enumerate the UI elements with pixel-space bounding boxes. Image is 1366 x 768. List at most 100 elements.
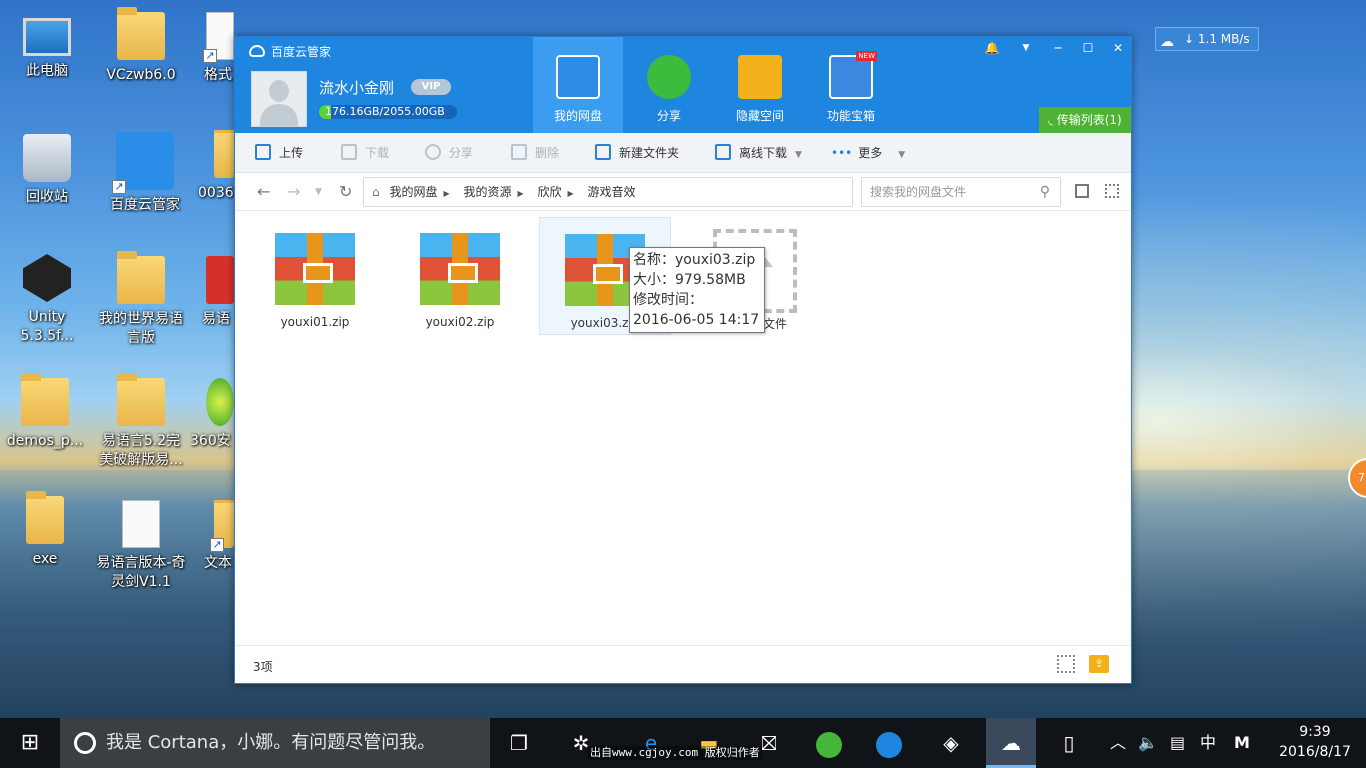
desktop-icon-exe[interactable]: exe — [0, 491, 90, 569]
shortcut-arrow-icon: ↗ — [112, 180, 126, 194]
tab-hidden-space[interactable]: 隐藏空间 — [715, 37, 805, 133]
forward-button[interactable]: → — [287, 182, 300, 202]
taskbar: ⊞ 我是 Cortana，小娜。有问题尽管问我。 ❐ ✲ e ▬ ⛝ ◈ ☁ ▯… — [0, 718, 1366, 768]
more-button[interactable]: ••• 更多 ▼ — [831, 133, 905, 173]
maximize-button[interactable]: ☐ — [1077, 39, 1099, 57]
network-speed-widget[interactable]: ☁ ↓ 1.1 MB/s — [1155, 27, 1259, 51]
desktop-icon-vczwb[interactable]: VCzwb6.0 — [96, 7, 186, 85]
desktop-icon-demos[interactable]: demos_p... — [0, 373, 90, 451]
back-button[interactable]: ← — [257, 182, 270, 202]
document-icon — [122, 500, 160, 548]
desktop-icon-yyy-qlj[interactable]: 易语言版本-奇灵剑V1.1 — [96, 500, 186, 592]
breadcrumb-separator-icon: ▶ — [517, 189, 524, 198]
history-dropdown-button[interactable]: ▼ — [315, 182, 322, 202]
desktop-icon-format[interactable]: ↗ 格式 — [190, 12, 234, 85]
upload-button[interactable]: 上传 — [255, 133, 303, 173]
spinner-icon: ◟ — [1048, 113, 1057, 127]
file-tooltip: 名称：youxi03.zip 大小：979.58MB 修改时间： 2016-06… — [629, 247, 765, 333]
offline-download-button[interactable]: 离线下载 ▼ — [715, 133, 802, 173]
download-button[interactable]: 下载 — [341, 133, 389, 173]
ellipsis-icon: ••• — [831, 146, 853, 160]
app-title: 百度云管家 — [249, 43, 331, 60]
breadcrumb-item[interactable]: 我的网盘 — [389, 185, 437, 199]
fan-app-icon[interactable]: ✲ — [558, 718, 604, 768]
breadcrumb-item[interactable]: 游戏音效 — [587, 185, 635, 199]
ime-indicator[interactable]: 中 — [1200, 718, 1216, 768]
edge-browser-icon[interactable]: e — [628, 718, 674, 768]
view-mode-icon[interactable] — [1075, 184, 1089, 198]
cortana-icon — [74, 732, 96, 754]
cortana-search-box[interactable]: 我是 Cortana，小娜。有问题尽管问我。 — [60, 718, 490, 768]
breadcrumb: ⌂ 我的网盘 ▶ 我的资源 ▶ 欣欣 ▶ 游戏音效 — [363, 177, 853, 207]
delete-button[interactable]: 删除 — [511, 133, 559, 173]
notification-bell-button[interactable]: 🔔 — [981, 39, 1003, 57]
360-browser-icon[interactable] — [806, 718, 852, 768]
desktop-icon-this-pc[interactable]: 此电脑 — [2, 12, 92, 81]
task-view-icon[interactable]: ❐ — [496, 718, 542, 768]
app-icon: ↗ — [203, 12, 234, 63]
file-item[interactable]: youxi01.zip — [249, 217, 381, 335]
clock[interactable]: 9:39 2016/8/17 — [1270, 722, 1360, 762]
vip-badge[interactable]: VIP — [411, 79, 451, 95]
quota-text: 176.16GB/2055.00GB — [325, 105, 445, 118]
shortcut-arrow-icon: ↗ — [203, 49, 217, 63]
cloud-icon — [556, 55, 600, 99]
desktop-icon-0036[interactable]: 0036 — [190, 130, 234, 203]
ime-mode-indicator[interactable]: M — [1234, 718, 1250, 768]
upload-icon — [255, 144, 271, 160]
store-icon[interactable]: ⛝ — [746, 718, 792, 768]
tooltip-mtime-value: 2016-06-05 14:17 — [633, 312, 760, 328]
breadcrumb-item[interactable]: 欣欣 — [537, 185, 561, 199]
address-bar: ← → ▼ ↻ ⌂ 我的网盘 ▶ 我的资源 ▶ 欣欣 ▶ 游戏音效 搜索我的网盘文件 … — [235, 173, 1131, 211]
minimize-button[interactable]: ─ — [1047, 39, 1069, 57]
tray-overflow-icon[interactable]: ︿ — [1110, 718, 1126, 768]
notepad-icon[interactable]: ▯ — [1046, 718, 1092, 768]
volume-icon[interactable]: 🔈 — [1138, 718, 1158, 768]
tab-my-disk[interactable]: 我的网盘 — [533, 37, 623, 133]
baidu-yun-window: 百度云管家 流水小金刚 VIP 176.16GB/2055.00GB 我的网盘 … — [234, 36, 1132, 684]
breadcrumb-item[interactable]: 我的资源 — [463, 185, 511, 199]
kugou-icon[interactable] — [866, 718, 912, 768]
folder-icon — [117, 7, 165, 60]
desktop-icon-360[interactable]: 360安 — [190, 378, 234, 451]
desktop-icon-minecraft-yyy[interactable]: 我的世界易语言版 — [96, 251, 186, 348]
username[interactable]: 流水小金刚 — [319, 77, 394, 98]
baidu-yun-taskbar-icon[interactable]: ☁ — [986, 718, 1036, 768]
clock-date: 2016/8/17 — [1279, 744, 1351, 760]
file-item[interactable]: youxi02.zip — [394, 217, 526, 335]
menu-dropdown-button[interactable]: ▼ — [1015, 39, 1037, 57]
tab-toolbox[interactable]: NEW 功能宝箱 — [806, 37, 896, 133]
baidu-cloud-icon: ↗ — [112, 132, 174, 194]
unity-taskbar-icon[interactable]: ◈ — [928, 718, 974, 768]
chevron-down-icon: ▼ — [795, 150, 802, 160]
folder-icon: ↗ — [210, 500, 234, 552]
folder-icon — [26, 491, 64, 544]
grid-view-icon[interactable] — [1105, 184, 1119, 198]
search-input[interactable]: 搜索我的网盘文件 ⚲ — [861, 177, 1061, 207]
kugou-dot — [876, 731, 902, 758]
avatar[interactable] — [251, 71, 307, 127]
refresh-button[interactable]: ↻ — [339, 182, 352, 202]
breadcrumb-separator-icon: ▶ — [567, 189, 574, 198]
desktop-icon-unity[interactable]: Unity 5.3.5f... — [2, 254, 92, 346]
share-button[interactable]: 分享 — [425, 133, 473, 173]
thumbnail-view-icon[interactable] — [1057, 655, 1075, 673]
tab-share[interactable]: 分享 — [624, 37, 714, 133]
desktop-icon-yiyu[interactable]: 易语 — [190, 256, 234, 329]
item-count: 3项 — [253, 660, 273, 674]
desktop-icon-yyy52[interactable]: 易语言5.2完美破解版易... — [96, 373, 186, 470]
transfer-list-button[interactable]: ◟ 传输列表(1) — [1039, 107, 1131, 133]
new-folder-button[interactable]: 新建文件夹 — [595, 133, 679, 173]
upload-queue-icon[interactable]: ⇪ — [1089, 655, 1109, 673]
search-icon[interactable]: ⚲ — [1040, 178, 1050, 206]
start-button[interactable]: ⊞ — [0, 718, 60, 768]
unity-icon — [23, 254, 71, 302]
close-button[interactable]: ✕ — [1107, 39, 1129, 57]
desktop-icon-recycle-bin[interactable]: 回收站 — [2, 134, 92, 207]
action-center-icon[interactable]: ▤ — [1170, 718, 1185, 768]
desktop-icon-baidu-yun[interactable]: ↗ 百度云管家 — [100, 132, 190, 215]
zip-archive-icon — [275, 233, 355, 305]
clock-time: 9:39 — [1299, 724, 1331, 740]
desktop-icon-text[interactable]: ↗ 文本 — [190, 500, 234, 573]
file-explorer-icon[interactable]: ▬ — [686, 718, 732, 768]
